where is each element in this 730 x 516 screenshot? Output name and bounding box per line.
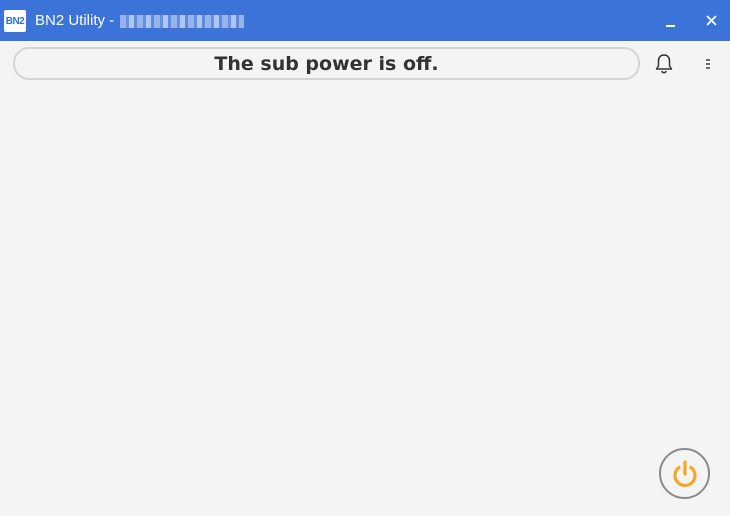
title-bar[interactable]: BN2 BN2 Utility -	[0, 0, 730, 41]
power-icon	[672, 459, 697, 487]
window-title: BN2 Utility -	[35, 12, 115, 29]
minimize-button[interactable]	[650, 0, 690, 41]
more-vertical-icon	[706, 59, 710, 69]
redacted-device-id	[120, 15, 244, 28]
status-banner: The sub power is off.	[13, 47, 640, 80]
app-window: BN2 BN2 Utility - The sub power is off.	[0, 0, 730, 516]
notifications-button[interactable]	[652, 52, 676, 76]
app-logo-text: BN2	[5, 15, 25, 27]
bell-icon	[655, 54, 673, 74]
power-button[interactable]	[659, 448, 710, 499]
close-icon	[705, 15, 717, 26]
status-message: The sub power is off.	[214, 52, 439, 75]
more-menu-button[interactable]	[697, 52, 719, 76]
minimize-icon	[665, 24, 675, 27]
close-button[interactable]	[691, 0, 730, 41]
app-logo: BN2	[4, 10, 26, 32]
